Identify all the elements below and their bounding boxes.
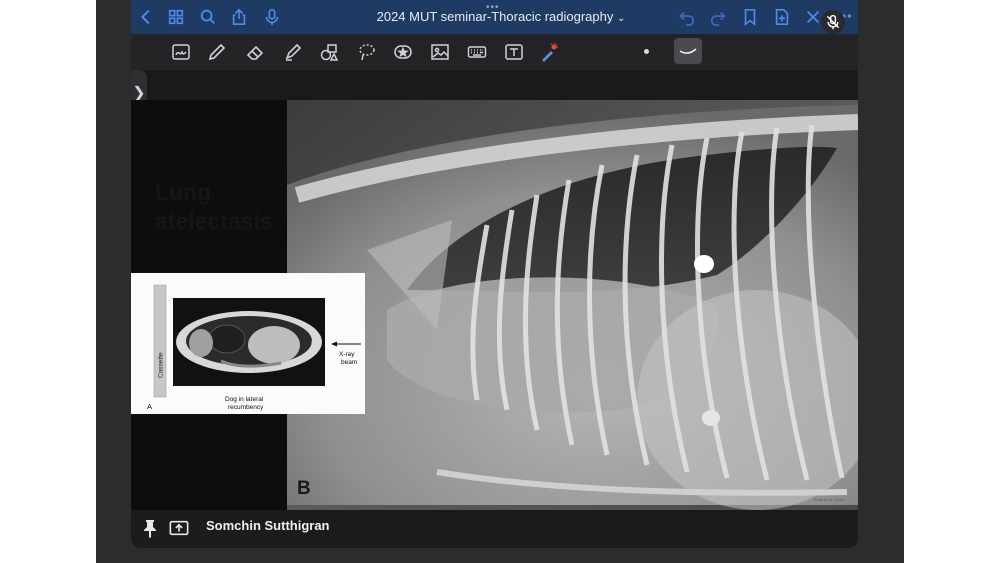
pin-icon[interactable] [139, 517, 161, 539]
sticker-icon[interactable] [391, 41, 415, 63]
presentation-slide: Lung atelectasis Cassette D V X-ray beam… [131, 100, 858, 510]
laser-pointer-icon[interactable] [537, 41, 561, 63]
share-icon[interactable] [228, 6, 250, 28]
search-icon[interactable] [197, 6, 219, 28]
x-ray-beam-label: X-ray [339, 351, 355, 358]
diagram-caption: Dog in lateral [225, 396, 264, 403]
tablet-screen: ••• 2024 MUT seminar-Thoracic radiograph… [131, 0, 858, 548]
lasso-icon[interactable] [355, 41, 379, 63]
eraser-icon[interactable] [243, 41, 267, 63]
cassette-label: Cassette [158, 352, 165, 378]
shapes-icon[interactable] [317, 41, 341, 63]
grid-icon[interactable] [165, 6, 187, 28]
mic-muted-icon[interactable] [821, 10, 845, 34]
dorsal-marker: D [180, 342, 185, 349]
slide-title: Lung atelectasis [155, 178, 273, 236]
undo-icon[interactable] [676, 6, 698, 28]
keyboard-icon[interactable] [465, 41, 489, 63]
stroke-size-dot[interactable] [644, 49, 649, 54]
document-title[interactable]: 2024 MUT seminar-Thoracic radiography ⌄ [351, 9, 651, 24]
stroke-style-button[interactable] [674, 38, 702, 64]
image-credit: Thrall et al., 2013 [813, 497, 844, 502]
bookmark-icon[interactable] [739, 6, 761, 28]
handwriting-icon[interactable] [169, 41, 193, 63]
top-bar: ••• 2024 MUT seminar-Thoracic radiograph… [131, 0, 858, 34]
lateral-thoracic-radiograph [287, 100, 858, 510]
image-icon[interactable] [428, 41, 452, 63]
diagram-caption: recumbency [228, 404, 264, 411]
chevron-down-icon: ⌄ [616, 13, 626, 24]
ventral-marker: V [311, 341, 316, 348]
annotation-toolbar [131, 34, 858, 70]
text-box-icon[interactable] [502, 41, 526, 63]
presenter-name: Somchin Sutthigran [206, 518, 330, 533]
figure-label: B [297, 478, 311, 499]
screen-share-icon[interactable] [168, 517, 190, 539]
microphone-icon[interactable] [261, 6, 283, 28]
slide-title-line: Lung [155, 179, 212, 205]
ct-positioning-diagram: Cassette D V X-ray beam Dog in lateral r… [131, 273, 365, 414]
highlighter-icon[interactable] [281, 41, 305, 63]
screen: ••• 2024 MUT seminar-Thoracic radiograph… [0, 0, 1000, 563]
cassette-plate [153, 284, 167, 398]
x-ray-beam-label: beam [341, 359, 357, 366]
presenter-bar: Somchin Sutthigran [131, 513, 858, 548]
redo-icon[interactable] [707, 6, 729, 28]
document-title-text: 2024 MUT seminar-Thoracic radiography [376, 9, 614, 24]
slide-title-line: atelectasis [155, 208, 273, 234]
add-page-icon[interactable] [771, 6, 793, 28]
back-icon[interactable] [135, 6, 157, 28]
panel-label: A [147, 402, 152, 411]
pen-icon[interactable] [205, 41, 229, 63]
